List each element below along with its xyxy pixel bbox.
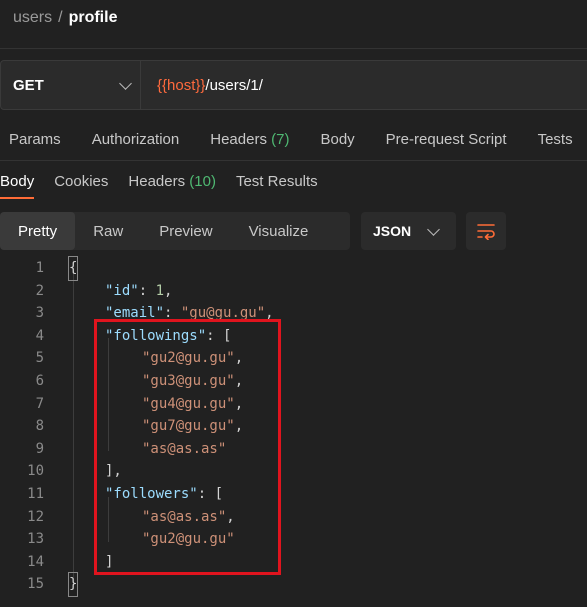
wrap-lines-button[interactable] bbox=[466, 212, 506, 250]
format-label: JSON bbox=[373, 223, 412, 239]
line-number: 7 bbox=[35, 395, 44, 412]
header-divider bbox=[0, 48, 587, 49]
chevron-down-icon bbox=[427, 222, 440, 236]
tab-headers[interactable]: Headers (7) bbox=[210, 131, 289, 148]
tab-headers-label: Headers bbox=[210, 131, 267, 148]
response-tabs: Body Cookies Headers (10) Test Results bbox=[0, 173, 318, 199]
url-input[interactable]: {{host}}/users/1/ bbox=[141, 77, 263, 94]
response-tab-body[interactable]: Body bbox=[0, 173, 35, 199]
view-pretty[interactable]: Pretty bbox=[0, 212, 76, 250]
tabs-divider bbox=[0, 160, 587, 161]
breadcrumb: users / profile bbox=[13, 9, 117, 27]
breadcrumb-parent[interactable]: users bbox=[13, 9, 52, 27]
method-label: GET bbox=[13, 76, 44, 94]
tab-tests[interactable]: Tests bbox=[538, 131, 573, 148]
response-headers-count: (10) bbox=[189, 173, 216, 190]
breadcrumb-current: profile bbox=[68, 9, 118, 26]
line-number: 2 bbox=[35, 282, 44, 299]
indent-guide bbox=[73, 271, 74, 577]
view-visualize[interactable]: Visualize bbox=[231, 212, 327, 250]
json-brace: } bbox=[67, 572, 79, 597]
tab-body[interactable]: Body bbox=[320, 131, 354, 148]
chevron-down-icon bbox=[119, 76, 132, 90]
tab-params[interactable]: Params bbox=[9, 131, 61, 148]
line-number: 3 bbox=[35, 305, 44, 322]
line-number: 8 bbox=[35, 418, 44, 435]
line-number: 5 bbox=[35, 350, 44, 367]
highlight-box bbox=[94, 319, 281, 575]
line-number: 1 bbox=[35, 260, 44, 276]
line-number: 11 bbox=[27, 485, 44, 502]
line-number: 15 bbox=[27, 576, 44, 593]
view-preview[interactable]: Preview bbox=[141, 212, 230, 250]
wrap-lines-icon bbox=[477, 224, 495, 240]
view-raw[interactable]: Raw bbox=[75, 212, 141, 250]
response-tab-headers[interactable]: Headers (10) bbox=[128, 173, 216, 190]
line-number: 9 bbox=[35, 440, 44, 457]
json-value: 1 bbox=[155, 282, 165, 299]
response-tab-headers-label: Headers bbox=[128, 173, 186, 190]
response-tab-test-results[interactable]: Test Results bbox=[236, 173, 318, 190]
line-number: 6 bbox=[35, 372, 44, 389]
line-number: 10 bbox=[27, 463, 44, 480]
headers-count: (7) bbox=[271, 131, 290, 148]
json-key: "id" bbox=[105, 282, 139, 299]
line-number: 12 bbox=[27, 508, 44, 525]
response-tab-cookies[interactable]: Cookies bbox=[54, 173, 108, 190]
url-host-variable: {{host}} bbox=[157, 76, 206, 94]
view-mode-selector: Pretty Raw Preview Visualize bbox=[0, 212, 350, 250]
line-number: 14 bbox=[27, 553, 44, 570]
url-bar: GET {{host}}/users/1/ bbox=[0, 60, 587, 110]
tab-pre-request-script[interactable]: Pre-request Script bbox=[386, 131, 507, 148]
json-brace: { bbox=[67, 256, 79, 281]
url-path: /users/1/ bbox=[205, 76, 263, 94]
method-select[interactable]: GET bbox=[1, 61, 141, 109]
line-number: 13 bbox=[27, 531, 44, 548]
line-number: 4 bbox=[35, 327, 44, 344]
tab-authorization[interactable]: Authorization bbox=[92, 131, 180, 148]
format-select[interactable]: JSON bbox=[361, 212, 456, 250]
breadcrumb-separator: / bbox=[58, 9, 63, 26]
request-tabs: Params Authorization Headers (7) Body Pr… bbox=[9, 131, 573, 148]
